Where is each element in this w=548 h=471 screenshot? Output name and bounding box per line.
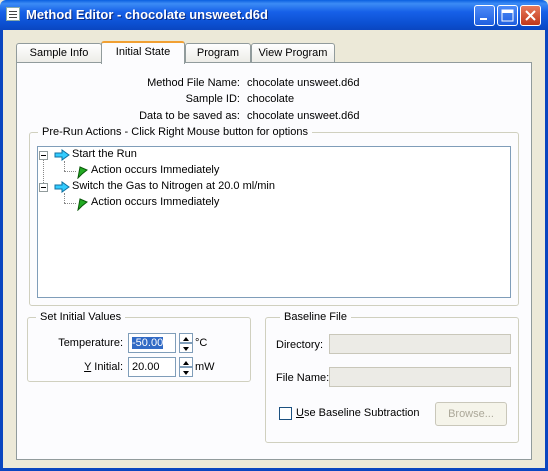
filename-label: File Name: bbox=[276, 372, 330, 384]
tree-item-action-immediate-1[interactable]: Action occurs Immediately bbox=[91, 164, 219, 176]
tree-connector bbox=[64, 203, 76, 204]
tree-connector bbox=[64, 171, 76, 172]
prerun-actions-title: Pre-Run Actions - Click Right Mouse butt… bbox=[38, 126, 312, 138]
spin-up-button[interactable] bbox=[179, 357, 193, 367]
flag-icon bbox=[77, 166, 88, 179]
y-initial-label-text: Initial: bbox=[91, 361, 123, 373]
y-initial-spinner[interactable] bbox=[179, 357, 193, 377]
directory-label: Directory: bbox=[276, 339, 324, 351]
tab-view-program[interactable]: View Program bbox=[251, 43, 335, 63]
window-title: Method Editor - chocolate unsweet.d6d bbox=[26, 7, 268, 22]
maximize-icon bbox=[501, 9, 514, 22]
y-initial-field[interactable]: 20.00 bbox=[128, 357, 176, 377]
flag-icon bbox=[77, 198, 88, 211]
baseline-subtraction-label[interactable]: Use Baseline Subtraction bbox=[296, 407, 420, 419]
method-file-label: Method File Name: bbox=[147, 77, 240, 89]
minimize-icon bbox=[480, 18, 487, 20]
collapse-toggle[interactable] bbox=[39, 151, 48, 160]
spin-down-button[interactable] bbox=[179, 367, 193, 377]
app-icon bbox=[6, 7, 20, 21]
sample-id-label: Sample ID: bbox=[185, 93, 240, 105]
up-arrow-icon bbox=[183, 337, 189, 341]
arrow-right-icon bbox=[54, 181, 70, 193]
temperature-label: Temperature: bbox=[58, 337, 123, 349]
title-bar[interactable]: Method Editor - chocolate unsweet.d6d bbox=[0, 0, 548, 30]
spin-down-button[interactable] bbox=[179, 343, 193, 353]
close-button[interactable] bbox=[520, 5, 541, 26]
filename-field[interactable] bbox=[329, 367, 511, 387]
baseline-subtraction-checkbox[interactable] bbox=[279, 407, 292, 420]
tree-item-switch-gas[interactable]: Switch the Gas to Nitrogen at 20.0 ml/mi… bbox=[72, 180, 275, 192]
spin-up-button[interactable] bbox=[179, 333, 193, 343]
baseline-subtraction-accel: U bbox=[296, 407, 304, 419]
y-initial-value: 20.00 bbox=[132, 361, 160, 373]
directory-field[interactable] bbox=[329, 334, 511, 354]
browse-button[interactable]: Browse... bbox=[435, 402, 507, 426]
down-arrow-icon bbox=[183, 347, 189, 351]
method-file-value: chocolate unsweet.d6d bbox=[247, 77, 360, 89]
y-initial-label: Y Initial: bbox=[84, 361, 123, 373]
maximize-button[interactable] bbox=[497, 5, 518, 26]
arrow-right-icon bbox=[54, 149, 70, 161]
y-initial-unit: mW bbox=[195, 361, 215, 373]
tab-program[interactable]: Program bbox=[185, 43, 251, 63]
temperature-value: -50.00 bbox=[132, 337, 164, 349]
up-arrow-icon bbox=[183, 361, 189, 365]
tree-connector bbox=[64, 161, 65, 171]
sample-id-value: chocolate bbox=[247, 93, 295, 105]
temperature-spinner[interactable] bbox=[179, 333, 193, 353]
collapse-toggle[interactable] bbox=[39, 183, 48, 192]
tab-initial-state[interactable]: Initial State bbox=[101, 41, 185, 64]
prerun-actions-tree[interactable]: Start the Run Action occurs Immediately … bbox=[37, 146, 511, 298]
baseline-subtraction-text: se Baseline Subtraction bbox=[303, 407, 420, 419]
baseline-file-title: Baseline File bbox=[280, 311, 351, 323]
tree-item-start-run[interactable]: Start the Run bbox=[72, 148, 137, 160]
tree-connector bbox=[64, 193, 65, 203]
data-saved-label: Data to be saved as: bbox=[139, 110, 240, 122]
temperature-field[interactable]: -50.00 bbox=[128, 333, 176, 353]
data-saved-value: chocolate unsweet.d6d bbox=[247, 110, 360, 122]
initial-values-title: Set Initial Values bbox=[36, 311, 126, 323]
down-arrow-icon bbox=[183, 371, 189, 375]
tree-item-action-immediate-2[interactable]: Action occurs Immediately bbox=[91, 196, 219, 208]
minimize-button[interactable] bbox=[474, 5, 495, 26]
temperature-unit: °C bbox=[195, 337, 208, 349]
tab-sample-info[interactable]: Sample Info bbox=[16, 43, 102, 63]
close-icon bbox=[525, 10, 536, 21]
